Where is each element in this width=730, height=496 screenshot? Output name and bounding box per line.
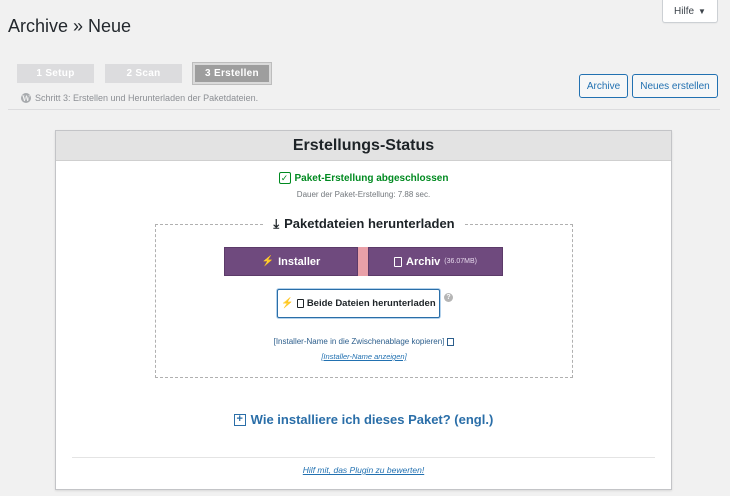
download-both-button[interactable]: ⚡ Beide Dateien herunterladen — [277, 289, 440, 318]
file-icon — [394, 256, 403, 267]
button-separator — [358, 247, 368, 276]
success-message: ✓ Paket-Erstellung abgeschlossen — [56, 172, 671, 184]
page-title: Archive » Neue — [8, 16, 132, 36]
download-title-text: Paketdateien herunterladen — [284, 216, 455, 231]
success-text: Paket-Erstellung abgeschlossen — [294, 172, 449, 184]
wordpress-icon: W — [21, 93, 31, 103]
check-icon: ✓ — [278, 172, 291, 184]
bolt-icon: ⚡ — [261, 256, 275, 267]
wizard-steps: 1 Setup 2 Scan 3 Erstellen — [17, 63, 271, 84]
copy-link-text: [Installer-Name in die Zwischenablage ko… — [273, 337, 445, 346]
copy-icon — [447, 337, 455, 346]
step-scan: 2 Scan — [105, 64, 182, 83]
help-button[interactable]: Hilfe ▼ — [662, 0, 718, 23]
step-setup: 1 Setup — [17, 64, 94, 83]
install-help-toggle[interactable]: + Wie installiere ich dieses Paket? (eng… — [56, 412, 671, 427]
bolt-icon: ⚡ — [281, 298, 294, 309]
archive-button[interactable]: Archive — [579, 74, 628, 98]
panel-title: Erstellungs-Status — [56, 131, 671, 161]
step-description: W Schritt 3: Erstellen und Herunterladen… — [21, 93, 258, 103]
show-installer-name-link[interactable]: [Installer-Name anzeigen] — [156, 352, 572, 361]
help-icon[interactable]: ? — [444, 293, 453, 302]
divider — [72, 457, 655, 458]
archive-size: (36.07MB) — [444, 258, 477, 265]
help-label: Hilfe — [674, 5, 695, 17]
download-icon: ⤓ — [273, 216, 280, 231]
howto-text: Wie installiere ich dieses Paket? (engl.… — [250, 412, 494, 427]
new-package-button[interactable]: Neues erstellen — [632, 74, 718, 98]
rate-plugin-link[interactable]: Hilf mit, das Plugin zu bewerten! — [56, 465, 671, 475]
step-build: 3 Erstellen — [193, 63, 271, 84]
build-status-panel: Erstellungs-Status ✓ Paket-Erstellung ab… — [55, 130, 672, 490]
archive-download-button[interactable]: Archiv (36.07MB) — [368, 247, 503, 276]
plus-icon: + — [233, 413, 246, 426]
copy-installer-name-link[interactable]: [Installer-Name in die Zwischenablage ko… — [156, 337, 572, 346]
download-both-label: Beide Dateien herunterladen — [306, 298, 436, 309]
installer-download-button[interactable]: ⚡ Installer — [224, 247, 358, 276]
archiv-label: Archiv — [406, 255, 441, 268]
download-title: ⤓ Paketdateien herunterladen — [265, 216, 463, 231]
installer-label: Installer — [278, 255, 321, 268]
step-description-text: Schritt 3: Erstellen und Herunterladen d… — [35, 93, 259, 103]
file-icon — [296, 299, 304, 308]
download-box: ⤓ Paketdateien herunterladen ⚡ Installer… — [155, 216, 573, 378]
chevron-down-icon: ▼ — [698, 6, 706, 16]
divider — [8, 109, 720, 110]
duration-text: Dauer der Paket-Erstellung: 7.88 sec. — [296, 190, 431, 199]
